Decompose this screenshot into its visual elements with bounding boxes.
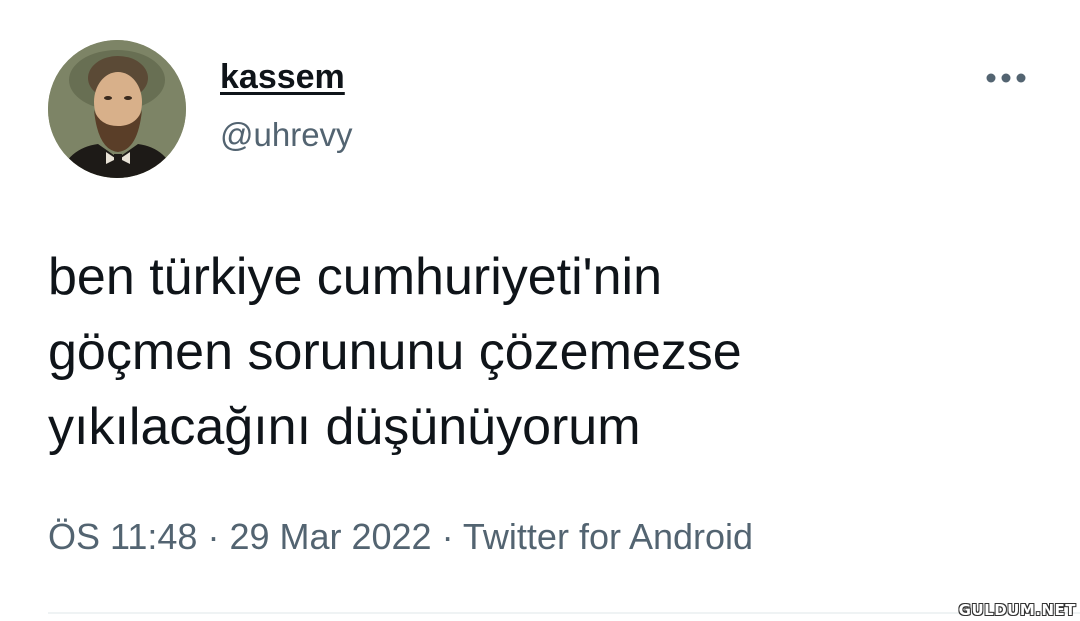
display-name[interactable]: kassem [220, 58, 345, 97]
more-options-button[interactable] [982, 62, 1030, 94]
tweet-text: ben türkiye cumhuriyeti'nin göçmen sorun… [48, 240, 1048, 465]
avatar[interactable] [48, 40, 186, 178]
watermark: GULDUM.NET [958, 601, 1076, 619]
tweet-meta: ÖS 11:48 · 29 Mar 2022 · Twitter for And… [48, 516, 753, 558]
user-handle[interactable]: @uhrevy [220, 116, 353, 154]
tweet-card: kassem @uhrevy ben türkiye cumhuriyeti'n… [0, 0, 1080, 621]
divider [48, 612, 1080, 614]
tweet-source[interactable]: Twitter for Android [463, 516, 753, 557]
tweet-text-line: ben türkiye cumhuriyeti'nin [48, 248, 662, 306]
tweet-time[interactable]: ÖS 11:48 [48, 516, 197, 557]
tweet-text-line: yıkılacağını düşünüyorum [48, 398, 641, 456]
more-horizontal-icon [986, 73, 1026, 83]
meta-separator: · [431, 516, 463, 557]
tweet-date[interactable]: 29 Mar 2022 [229, 516, 431, 557]
meta-separator: · [197, 516, 230, 557]
tweet-text-line: göçmen sorununu çözemezse [48, 323, 742, 381]
avatar-portrait-image [48, 40, 186, 178]
